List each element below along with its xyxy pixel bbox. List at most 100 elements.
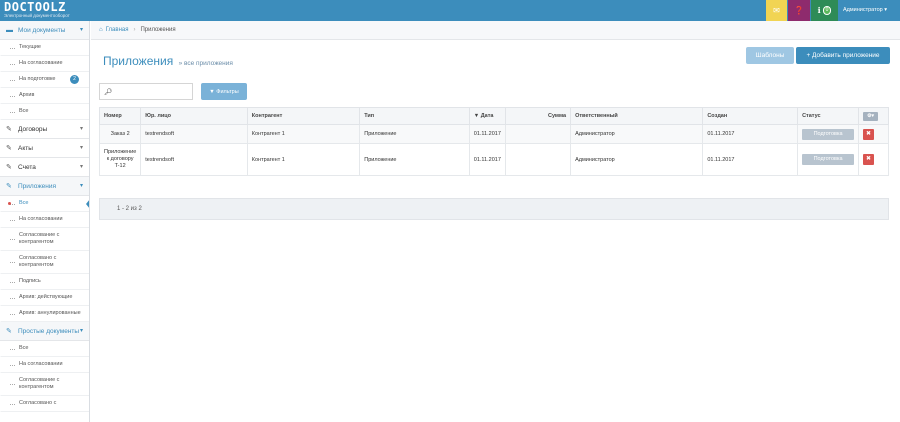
table-header-row: Номер Юр. лицо Контрагент Тип ▼ Дата Сум…	[98, 107, 889, 125]
sidebar-item-apps-archive-active[interactable]: Архив: действующие	[0, 290, 89, 306]
pencil-icon: ✎	[6, 164, 12, 171]
cell-number[interactable]: Заказ 2	[98, 124, 142, 144]
col-header-legal-entity[interactable]: Юр. лицо	[140, 107, 248, 125]
sidebar-item-apps-signature[interactable]: Подпись	[0, 274, 89, 290]
breadcrumb-separator: ›	[133, 27, 136, 33]
cell-type: Приложение	[359, 124, 470, 144]
chevron-down-icon: ▾	[79, 183, 83, 189]
cell-status: Подготовка	[797, 124, 860, 144]
breadcrumb-current: Приложения	[140, 27, 176, 33]
sidebar-item-apps-approval[interactable]: На согласовании	[0, 212, 89, 228]
caret-down-icon: ▾	[884, 7, 887, 13]
col-header-type[interactable]: Тип	[359, 107, 470, 125]
filters-button[interactable]: ▼ Фильтры	[201, 83, 247, 100]
search-box: 🔎︎	[99, 83, 193, 100]
pencil-icon: ✎	[6, 126, 12, 133]
sidebar-item-simple-approval[interactable]: На согласовании	[0, 357, 89, 373]
cell-created: 01.11.2017	[702, 124, 799, 144]
sidebar-section-contracts[interactable]: ✎ Договоры ▾	[0, 120, 89, 139]
cell-sum	[504, 143, 572, 176]
question-icon: ❓	[794, 6, 804, 15]
gear-icon[interactable]: ⚙▾	[863, 111, 879, 121]
section-label: Договоры	[18, 125, 48, 133]
sidebar-section-appendices[interactable]: ✎ Приложения ▾	[0, 177, 89, 196]
cell-date: 01.11.2017	[468, 143, 506, 176]
breadcrumb: ⌂ Главная › Приложения	[91, 21, 900, 40]
user-menu[interactable]: Администратор ▾	[843, 0, 887, 21]
templates-button[interactable]: Шаблоны	[746, 47, 794, 64]
active-dot-icon	[8, 202, 11, 205]
pencil-icon: ✎	[6, 328, 12, 335]
cell-actions: ✖	[858, 124, 889, 144]
search-input[interactable]	[115, 88, 192, 95]
table-row[interactable]: Приложение к договору T-12 testrendsoft …	[98, 143, 889, 176]
section-label: Акты	[18, 144, 33, 152]
page-title: Приложения » все приложения	[103, 54, 233, 68]
delete-icon[interactable]: ✖	[863, 128, 875, 140]
col-header-sum[interactable]: Сумма	[504, 107, 572, 125]
sidebar-item-apps-archive-cancelled[interactable]: Архив: аннулированные	[0, 306, 89, 322]
page-subtitle-text: все приложения	[183, 60, 233, 67]
pencil-icon: ✎	[6, 145, 12, 152]
sidebar-item-all-my[interactable]: Все	[0, 104, 89, 120]
delete-icon[interactable]: ✖	[863, 154, 875, 165]
mail-button[interactable]: ✉	[766, 0, 787, 21]
col-header-responsible[interactable]: Ответственный	[570, 107, 704, 125]
cell-number[interactable]: Приложение к договору T-12	[98, 143, 142, 176]
notifications-button[interactable]: ℹ0	[811, 0, 838, 21]
section-label: Мои документы	[18, 26, 66, 34]
table-row[interactable]: Заказ 2 testrendsoft Контрагент 1 Прилож…	[98, 124, 889, 144]
top-navbar: DOCTOOLZ Электронный документооборот ✉ ❓…	[0, 0, 900, 21]
sidebar-item-current[interactable]: Текущие	[0, 40, 89, 56]
search-icon: 🔎︎	[104, 88, 113, 96]
sidebar-item-simple-contractor-approval[interactable]: Согласование с контрагентом	[0, 373, 89, 396]
sidebar-item-for-approval[interactable]: На согласование	[0, 56, 89, 72]
cell-sum	[504, 124, 572, 144]
home-icon: ⌂	[99, 27, 103, 33]
cell-contractor: Контрагент 1	[246, 143, 361, 176]
filter-icon: ▼	[209, 88, 215, 95]
notification-count-badge: 0	[822, 6, 832, 15]
col-header-number[interactable]: Номер	[98, 107, 142, 125]
page-title-text: Приложения	[103, 54, 174, 68]
main-content: ⌂ Главная › Приложения Приложения » все …	[91, 21, 900, 422]
cell-responsible: Администратор	[570, 143, 704, 176]
chevron-down-icon: ▾	[79, 164, 83, 170]
chevron-down-icon: ▾	[79, 126, 83, 132]
section-label: Приложения	[18, 182, 57, 190]
col-header-date[interactable]: ▼ Дата	[468, 107, 506, 125]
cell-legal-entity: testrendsoft	[140, 124, 248, 144]
breadcrumb-home-link[interactable]: Главная	[106, 27, 129, 33]
sidebar-section-invoices[interactable]: ✎ Счета ▾	[0, 158, 89, 177]
chevron-down-icon: ▾	[79, 328, 83, 334]
cell-date: 01.11.2017	[468, 124, 506, 144]
cell-responsible: Администратор	[570, 124, 704, 144]
info-icon: ℹ	[817, 6, 821, 15]
status-badge: Подготовка	[802, 128, 855, 140]
cell-type: Приложение	[359, 143, 470, 176]
sidebar-section-my-documents[interactable]: ▬ Мои документы ▾	[0, 21, 89, 40]
sidebar-item-in-preparation[interactable]: На подготовке 2	[0, 72, 89, 88]
sidebar-item-all-appendices[interactable]: Все	[0, 196, 89, 212]
item-label: На подготовке	[19, 76, 56, 82]
help-button[interactable]: ❓	[788, 0, 810, 21]
inbox-icon: ▬	[6, 26, 13, 34]
cell-legal-entity: testrendsoft	[140, 143, 248, 176]
section-label: Простые документы	[18, 327, 80, 335]
sidebar-item-apps-contractor-approval[interactable]: Согласование с контрагентом	[0, 228, 89, 251]
cell-contractor: Контрагент 1	[246, 124, 361, 144]
sidebar-item-simple-all[interactable]: Все	[0, 341, 89, 357]
sidebar-item-apps-contractor-approved[interactable]: Согласовано с контрагентом	[0, 251, 89, 274]
sidebar-section-acts[interactable]: ✎ Акты ▾	[0, 139, 89, 158]
col-header-contractor[interactable]: Контрагент	[246, 107, 361, 125]
col-header-created[interactable]: Создан	[702, 107, 799, 125]
item-label: Все	[19, 200, 29, 206]
sidebar-item-simple-contractor-approved[interactable]: Согласовано с	[0, 396, 89, 412]
sidebar-item-archive[interactable]: Архив	[0, 88, 89, 104]
add-appendix-button[interactable]: + Добавить приложение	[796, 47, 890, 64]
col-header-status[interactable]: Статус	[797, 107, 860, 125]
sidebar-section-simple-documents[interactable]: ✎ Простые документы ▾	[0, 322, 89, 341]
logo[interactable]: DOCTOOLZ	[4, 1, 66, 13]
cell-actions: ✖	[858, 143, 889, 176]
appendices-table: Номер Юр. лицо Контрагент Тип ▼ Дата Сум…	[98, 107, 889, 176]
